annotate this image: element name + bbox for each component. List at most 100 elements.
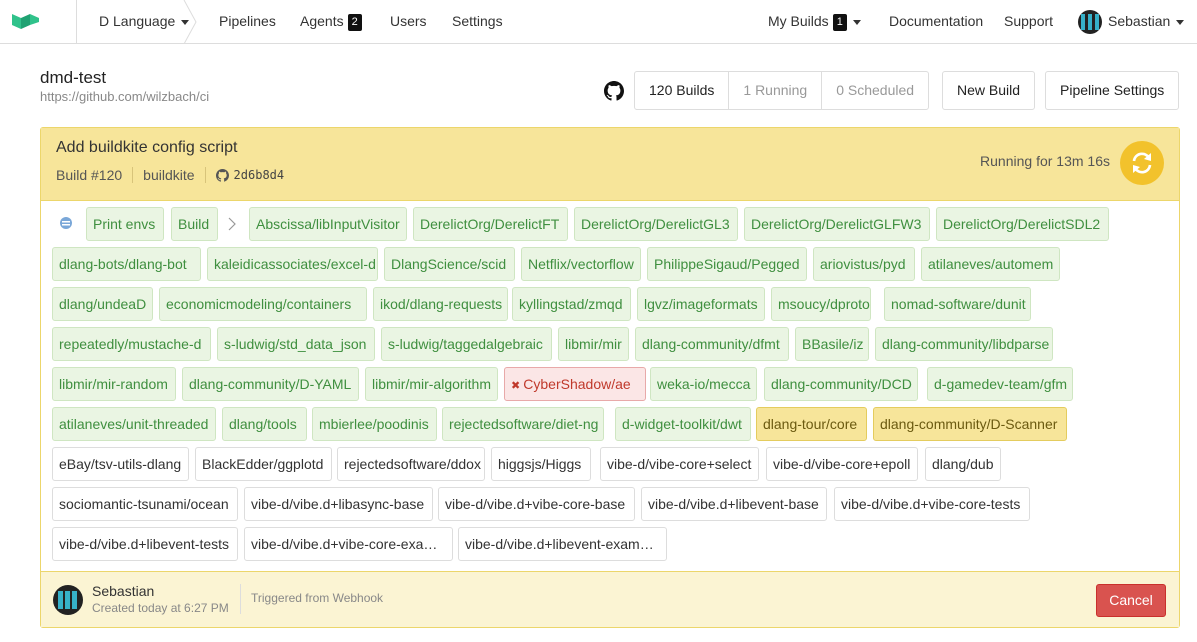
job-chip[interactable]: libmir/mir-random [52,367,176,401]
user-menu[interactable]: Sebastian [1078,0,1185,44]
build-message[interactable]: Add buildkite config script [56,139,237,157]
job-label: BlackEdder/ggplotd [202,456,324,472]
job-chip[interactable]: vibe-d/vibe.d+libevent-exam… [458,527,667,561]
job-chip[interactable]: PhilippeSigaud/Pegged [647,247,807,281]
job-chip[interactable]: ariovistus/pyd [813,247,915,281]
job-chip[interactable]: mbierlee/poodinis [312,407,437,441]
job-chip[interactable]: dlang-bots/dlang-bot [52,247,201,281]
job-chip[interactable]: repeatedly/mustache-d [52,327,211,361]
new-build-button[interactable]: New Build [942,71,1036,110]
job-label: economicmodeling/containers [166,296,352,312]
job-label: sociomantic-tsunami/ocean [59,496,229,512]
job-label: rejectedsoftware/diet-ng [449,416,599,432]
org-switcher[interactable]: D Language [99,0,190,44]
job-chip[interactable]: rejectedsoftware/ddox [337,447,485,481]
job-chip[interactable]: nomad-software/dunit [884,287,1031,321]
nav-settings[interactable]: Settings [452,0,503,44]
job-label: dlang/dub [932,456,994,472]
job-chip[interactable]: s-ludwig/std_data_json [217,327,375,361]
job-chip[interactable]: DerelictOrg/DerelictGLFW3 [744,207,930,241]
job-chip[interactable]: kyllingstad/zmqd [512,287,631,321]
job-chip[interactable]: BlackEdder/ggplotd [195,447,332,481]
build-number[interactable]: Build #120 [56,167,122,183]
job-chip[interactable]: vibe-d/vibe.d+vibe-core-exa… [244,527,453,561]
nav-agents[interactable]: Agents 2 [300,0,362,44]
job-chip[interactable]: BBasile/iz [795,327,869,361]
job-label: vibe-d/vibe.d+libevent-tests [59,536,230,552]
job-chip[interactable]: dlang/dub [925,447,1001,481]
chevron-down-icon [852,19,861,25]
pipeline-settings-button[interactable]: Pipeline Settings [1045,71,1180,110]
job-chip[interactable]: dlang-community/DCD [764,367,918,401]
job-chip[interactable]: atilaneves/unit-threaded [52,407,216,441]
job-chip[interactable]: weka-io/mecca [650,367,757,401]
github-icon[interactable] [604,81,624,101]
job-chip[interactable]: d-widget-toolkit/dwt [615,407,751,441]
job-label: dlang-community/DCD [771,376,912,392]
job-chip[interactable]: dlang/tools [222,407,307,441]
job-chip[interactable]: vibe-d/vibe-core+epoll [766,447,918,481]
job-chip[interactable]: lgvz/imageformats [637,287,765,321]
builds-count-button[interactable]: 120 Builds [635,72,728,109]
job-chip[interactable]: DlangScience/scid [384,247,515,281]
job-chip[interactable]: dlang-community/D-YAML [182,367,359,401]
my-builds-menu[interactable]: My Builds 1 [768,0,861,44]
pipeline-repo-url: https://github.com/wilzbach/ci [40,89,210,104]
job-chip[interactable]: kaleidicassociates/excel-d [207,247,378,281]
job-chip[interactable]: rejectedsoftware/diet-ng [442,407,604,441]
job-chip[interactable]: vibe-d/vibe.d+libevent-base [641,487,827,521]
nav-documentation[interactable]: Documentation [889,0,983,44]
job-chip[interactable]: DerelictOrg/DerelictFT [413,207,568,241]
job-chip[interactable]: Print envs [86,207,164,241]
pipeline-title[interactable]: dmd-test [40,68,106,88]
job-chip[interactable]: sociomantic-tsunami/ocean [52,487,238,521]
job-chip[interactable]: libmir/mir-algorithm [365,367,498,401]
build-panel: Add buildkite config script Build #120 b… [40,127,1180,628]
job-chip[interactable]: vibe-d/vibe.d+libevent-tests [52,527,238,561]
job-label: libmir/mir [565,336,622,352]
scheduled-count-button[interactable]: 0 Scheduled [821,72,928,109]
avatar [53,585,83,615]
job-chip[interactable]: dlang/undeaD [52,287,153,321]
job-chip[interactable]: DerelictOrg/DerelictSDL2 [936,207,1109,241]
job-chip[interactable]: vibe-d/vibe-core+select [600,447,759,481]
job-chip[interactable]: economicmodeling/containers [159,287,367,321]
job-chip[interactable]: dlang-tour/core [756,407,867,441]
job-label: BBasile/iz [802,336,864,352]
build-branch[interactable]: buildkite [143,167,194,183]
job-chip[interactable]: vibe-d/vibe.d+libasync-base [244,487,433,521]
job-label: dlang/undeaD [59,296,147,312]
job-label: Netflix/vectorflow [528,256,634,272]
job-chip[interactable]: dlang-community/libdparse [875,327,1053,361]
job-chip[interactable]: vibe-d/vibe.d+vibe-core-base [438,487,635,521]
job-chip[interactable]: Abscissa/libInputVisitor [249,207,407,241]
footer-divider [240,584,241,614]
commit-sha[interactable]: 2d6b8d4 [234,168,285,182]
job-chip[interactable]: Netflix/vectorflow [521,247,641,281]
job-chip[interactable]: DerelictOrg/DerelictGL3 [574,207,738,241]
build-created-time: Created today at 6:27 PM [92,601,229,615]
job-chip[interactable]: eBay/tsv-utils-dlang [52,447,189,481]
nav-users[interactable]: Users [390,0,427,44]
running-count-button[interactable]: 1 Running [728,72,821,109]
job-label: atilaneves/unit-threaded [59,416,209,432]
job-chip[interactable]: atilaneves/automem [921,247,1060,281]
buildkite-logo-icon[interactable] [12,12,42,32]
nav-chevron-divider [183,0,197,44]
job-chip[interactable]: dlang-community/D-Scanner [873,407,1067,441]
job-chip[interactable]: Build [171,207,218,241]
job-chip[interactable]: ikod/dlang-requests [373,287,508,321]
job-chip[interactable]: libmir/mir [558,327,629,361]
cancel-button[interactable]: Cancel [1096,584,1166,617]
job-chip[interactable]: s-ludwig/taggedalgebraic [381,327,552,361]
nav-pipelines[interactable]: Pipelines [219,0,276,44]
job-label: dlang-community/libdparse [882,336,1050,352]
job-chip[interactable]: msoucy/dproto [771,287,871,321]
pipeline-upload-icon[interactable] [52,207,80,241]
job-chip[interactable]: higgsjs/Higgs [491,447,591,481]
nav-support[interactable]: Support [1004,0,1053,44]
job-chip[interactable]: vibe-d/vibe.d+vibe-core-tests [834,487,1030,521]
job-chip[interactable]: ✖ CyberShadow/ae [504,367,646,401]
job-chip[interactable]: d-gamedev-team/gfm [927,367,1073,401]
job-chip[interactable]: dlang-community/dfmt [635,327,789,361]
